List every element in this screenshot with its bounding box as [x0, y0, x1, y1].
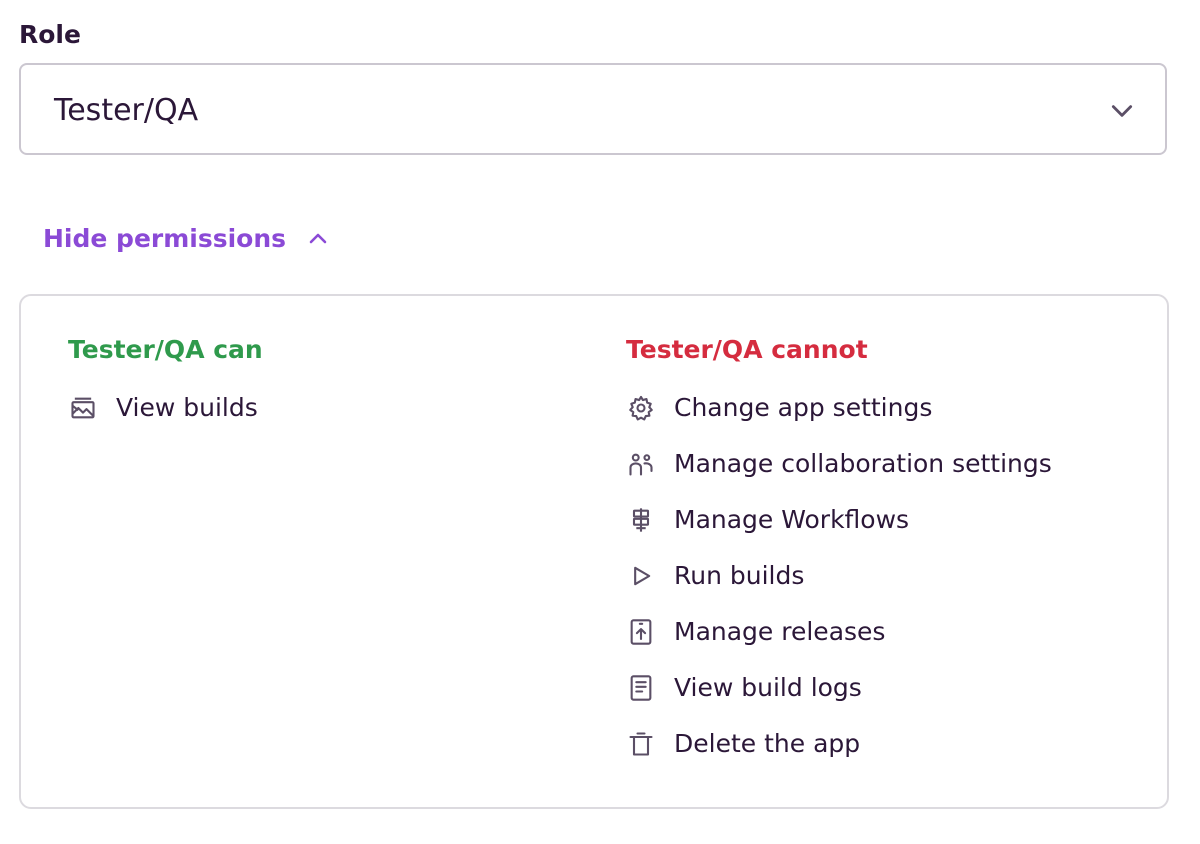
builds-icon — [68, 393, 98, 423]
can-list: View builds — [68, 380, 263, 436]
permission-label: Run builds — [674, 561, 805, 590]
permission-label: Change app settings — [674, 393, 933, 422]
gear-icon — [626, 393, 656, 423]
hide-permissions-toggle[interactable]: Hide permissions — [43, 222, 330, 256]
list-item: Manage collaboration settings — [626, 436, 1052, 492]
cannot-heading: Tester/QA cannot — [626, 335, 868, 364]
play-icon — [626, 561, 656, 591]
can-heading: Tester/QA can — [68, 335, 263, 364]
cannot-list: Change app settings Manage collaboration… — [626, 380, 1052, 772]
list-item: Delete the app — [626, 716, 1052, 772]
list-item: Run builds — [626, 548, 1052, 604]
hide-permissions-label: Hide permissions — [43, 224, 287, 253]
list-item: View builds — [68, 380, 263, 436]
permissions-panel: Tester/QA can View builds Tester/QA cann… — [19, 294, 1169, 809]
log-icon — [626, 673, 656, 703]
workflow-icon — [626, 505, 656, 535]
chevron-down-icon — [1109, 98, 1135, 124]
permission-label: Manage collaboration settings — [674, 449, 1052, 478]
permission-label: Delete the app — [674, 729, 861, 758]
can-column: Tester/QA can View builds — [68, 332, 263, 436]
list-item: Manage releases — [626, 604, 1052, 660]
trash-icon — [626, 729, 656, 759]
permission-label: Manage releases — [674, 617, 886, 646]
role-select-value: Tester/QA — [54, 93, 199, 128]
people-icon — [626, 449, 656, 479]
role-select[interactable]: Tester/QA — [19, 63, 1167, 155]
chevron-up-icon — [306, 227, 330, 251]
role-field-label: Role — [19, 20, 81, 49]
permission-label: Manage Workflows — [674, 505, 910, 534]
permission-label: View builds — [116, 393, 258, 422]
list-item: Change app settings — [626, 380, 1052, 436]
cannot-column: Tester/QA cannot Change app settings Man… — [626, 332, 1052, 772]
release-icon — [626, 617, 656, 647]
list-item: Manage Workflows — [626, 492, 1052, 548]
permission-label: View build logs — [674, 673, 862, 702]
list-item: View build logs — [626, 660, 1052, 716]
